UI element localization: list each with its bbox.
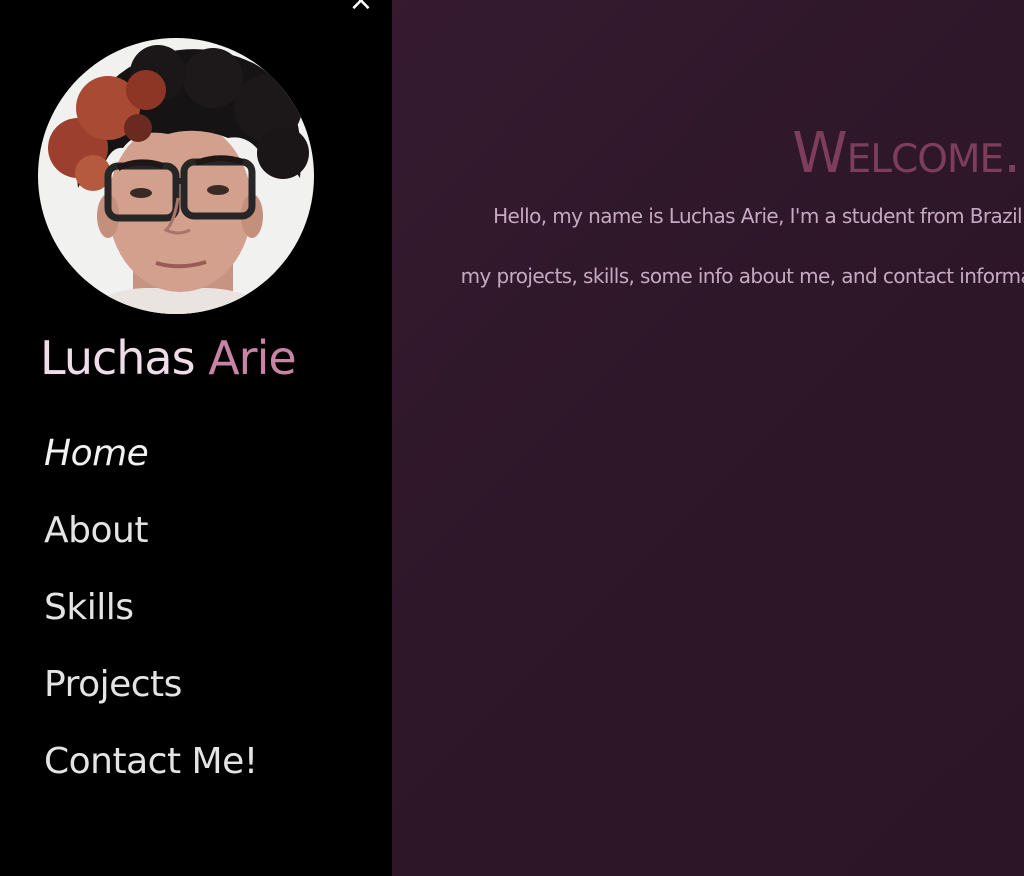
avatar [38, 38, 314, 314]
intro-text-line-1: Hello, my name is Luchas Arie, I'm a stu… [493, 204, 1023, 228]
nav-item-projects[interactable]: Projects [44, 659, 258, 736]
nav-item-about[interactable]: About [44, 505, 258, 582]
nav-item-home[interactable]: Home [44, 428, 258, 505]
intro-text-line-2: my projects, skills, some info about me,… [460, 264, 1024, 288]
close-icon[interactable]: × [348, 0, 374, 16]
sidebar-nav: Home About Skills Projects Contact Me! [44, 428, 258, 813]
page: Welcome. Hello, my name is Luchas Arie, … [0, 0, 1024, 876]
profile-last-name: Arie [208, 331, 296, 385]
nav-item-contact[interactable]: Contact Me! [44, 736, 258, 813]
sidebar: × Luchas Arie Home About Skills Projects… [0, 0, 392, 876]
profile-name: Luchas Arie [40, 326, 297, 390]
profile-first-name: Luchas [40, 331, 196, 385]
nav-item-skills[interactable]: Skills [44, 582, 258, 659]
welcome-heading: Welcome. [792, 121, 1021, 186]
